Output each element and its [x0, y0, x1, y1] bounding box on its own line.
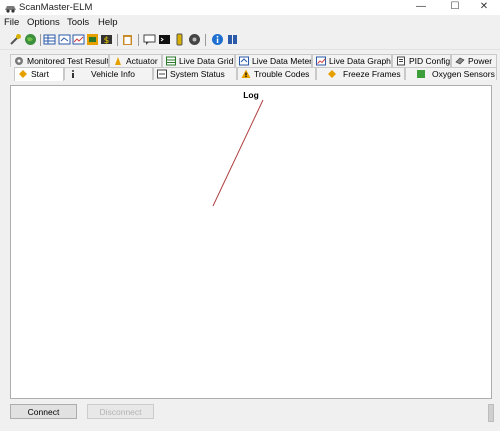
clipboard-icon[interactable] [121, 33, 134, 46]
chat-icon[interactable] [143, 33, 156, 46]
disconnect-button: Disconnect [87, 404, 154, 419]
menu-help[interactable]: Help [98, 17, 118, 28]
tab-label: Vehicle Info [91, 69, 135, 79]
tab-actuator[interactable]: Actuator [109, 54, 162, 67]
tab-label: Live Data Meter [252, 56, 312, 66]
grid-icon [166, 56, 176, 66]
tab-label: Actuator [126, 56, 158, 66]
toolbar-separator [138, 34, 139, 46]
toolbar: $ [0, 31, 500, 50]
tab-power[interactable]: Power [451, 54, 497, 67]
tab-start[interactable]: Start [14, 67, 64, 81]
battery-icon[interactable] [173, 33, 186, 46]
tab-label: Freeze Frames [343, 69, 401, 79]
toolbar-separator [117, 34, 118, 46]
maximize-button[interactable]: ☐ [439, 0, 471, 15]
power-icon [455, 57, 465, 65]
tab-trouble-codes[interactable]: Trouble Codes [237, 67, 316, 80]
actuator-icon [115, 57, 121, 65]
tab-pid-config[interactable]: PID Config [392, 54, 451, 67]
gear-icon [15, 57, 23, 65]
tab-label: Oxygen Sensors [432, 69, 495, 79]
menu-options[interactable]: Options [27, 17, 60, 28]
tab-system-status[interactable]: System Status [153, 67, 237, 80]
warning-icon [241, 69, 251, 78]
menu-file[interactable]: File [4, 17, 19, 28]
tab-label: Live Data Graph [329, 56, 391, 66]
log-panel[interactable]: Log [10, 85, 492, 399]
tab-monitored-test-results[interactable]: Monitored Test Results [10, 54, 109, 67]
window-title: ScanMaster-ELM [19, 2, 93, 13]
tab-label: Start [31, 69, 49, 79]
tab-label: PID Config [409, 56, 451, 66]
annotation-pointer-line [212, 99, 264, 207]
graph-icon [316, 56, 326, 66]
resize-grip[interactable] [488, 404, 494, 422]
tab-row-top: Monitored Test Results Actuator Live Dat… [0, 54, 500, 67]
tab-label: Trouble Codes [254, 69, 310, 79]
toolbar-separator [40, 34, 41, 46]
tab-live-data-meter[interactable]: Live Data Meter [235, 54, 312, 67]
menu-bar: File Options Tools Help [0, 16, 500, 30]
tab-label: System Status [170, 69, 225, 79]
globe-icon[interactable] [24, 33, 37, 46]
status-bar [0, 424, 500, 431]
pid-config-icon [397, 56, 405, 66]
system-status-icon [157, 69, 167, 79]
connect-wrench-icon[interactable] [9, 33, 22, 46]
app-logo-icon [5, 6, 16, 13]
graph-icon[interactable] [72, 33, 85, 46]
title-bar: ScanMaster-ELM — ☐ ✕ [0, 0, 500, 15]
dtc-icon[interactable] [86, 33, 99, 46]
tab-live-data-grid[interactable]: Live Data Grid [162, 54, 235, 67]
tire-icon[interactable] [188, 33, 201, 46]
oxygen-sensor-icon [417, 70, 425, 78]
tab-label: Monitored Test Results [27, 56, 109, 66]
connect-button[interactable]: Connect [10, 404, 77, 419]
tab-row-bottom: Start Vehicle Info System Status Trouble… [0, 67, 500, 81]
svg-text:$: $ [104, 36, 110, 46]
meter-icon [239, 56, 249, 66]
terminal-icon[interactable] [158, 33, 171, 46]
tab-oxygen-sensors[interactable]: Oxygen Sensors [405, 67, 497, 80]
close-button[interactable]: ✕ [468, 0, 500, 15]
minimize-button[interactable]: — [405, 0, 437, 15]
meter-icon[interactable] [58, 33, 71, 46]
tab-label: Power [468, 56, 493, 66]
toolbar-separator [205, 34, 206, 46]
money-icon[interactable]: $ [100, 33, 113, 46]
menu-tools[interactable]: Tools [67, 17, 89, 28]
tab-live-data-graph[interactable]: Live Data Graph [312, 54, 392, 67]
tab-vehicle-info[interactable]: Vehicle Info [64, 67, 153, 80]
grid-icon[interactable] [43, 33, 56, 46]
info-icon [72, 70, 74, 78]
freeze-frame-icon [328, 70, 336, 78]
tab-label: Live Data Grid [179, 56, 234, 66]
tab-freeze-frames[interactable]: Freeze Frames [316, 67, 405, 80]
info-icon[interactable] [211, 33, 224, 46]
book-icon[interactable] [226, 33, 239, 46]
start-icon [19, 70, 27, 78]
